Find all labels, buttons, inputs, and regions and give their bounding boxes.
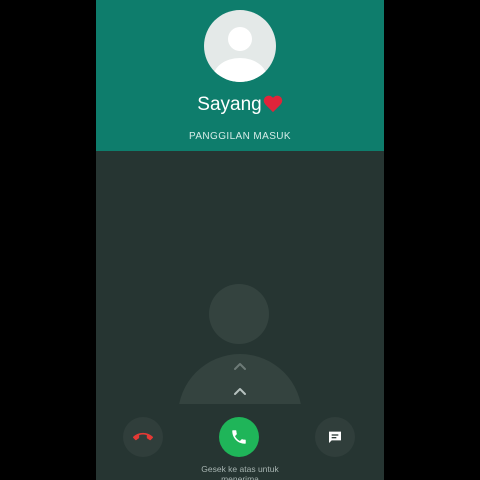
caller-name: Sayang	[197, 94, 262, 115]
avatar-body-shape	[213, 58, 267, 82]
message-icon	[329, 431, 341, 443]
caller-name-row: Sayang	[96, 94, 384, 116]
chevron-up-icon	[234, 388, 246, 395]
swipe-hint: Gesek ke atas untuk menerima	[190, 464, 290, 480]
placeholder-head	[209, 284, 269, 344]
chevron-up-icon	[234, 363, 246, 370]
decline-call-button[interactable]	[123, 417, 163, 457]
swipe-hint-line2: menerima	[221, 474, 259, 480]
swipe-hint-line1: Gesek ke atas untuk	[201, 464, 279, 474]
reply-message-button[interactable]	[315, 417, 355, 457]
avatar-head-shape	[228, 27, 252, 51]
accept-call-button[interactable]	[219, 417, 259, 457]
call-status: PANGGILAN MASUK	[189, 131, 291, 142]
phone-icon	[232, 430, 246, 444]
call-header: Sayang PANGGILAN MASUK	[96, 0, 384, 151]
phone-hangup-icon	[133, 432, 153, 441]
incoming-call-screen: Sayang PANGGILAN MASUK Gesek ke atas unt…	[96, 0, 384, 480]
caller-avatar	[204, 10, 276, 82]
heart-icon	[263, 96, 283, 114]
